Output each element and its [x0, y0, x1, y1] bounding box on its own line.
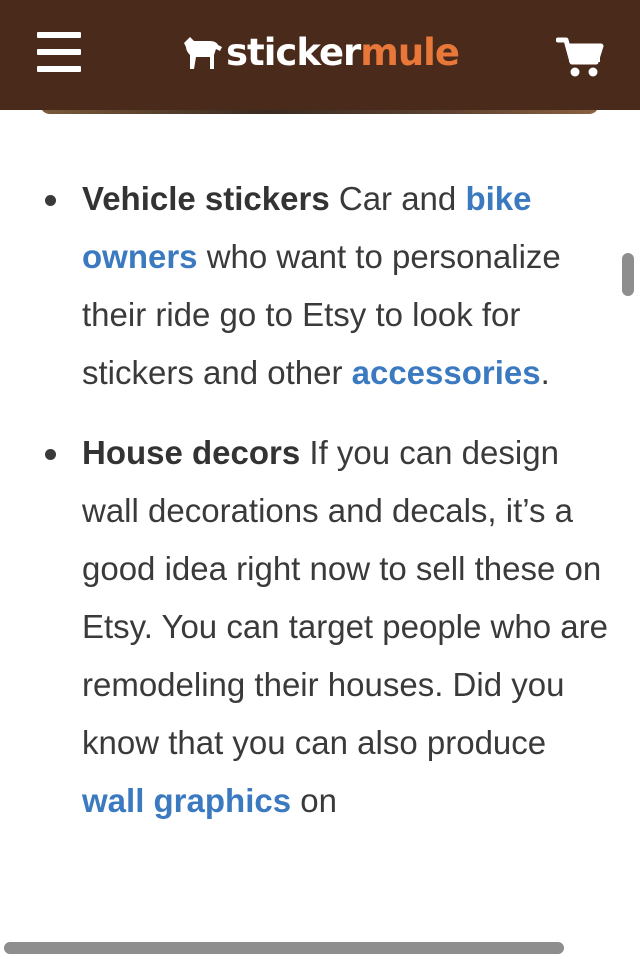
item-text: . [540, 354, 550, 391]
item-title: Vehicle stickers [82, 180, 330, 217]
item-text: Car and [329, 180, 466, 217]
horizontal-scrollbar[interactable] [4, 942, 564, 954]
site-header: stickermule [0, 0, 640, 110]
item-title: House decors [82, 434, 301, 471]
menu-bar [37, 66, 81, 72]
list-item: House decors If you can design wall deco… [0, 424, 640, 830]
page: stickermule Vehicle stickers Car and bik… [0, 0, 640, 959]
item-text: If you can design wall decorations and d… [82, 434, 608, 761]
hamburger-menu-icon[interactable] [37, 32, 81, 74]
logo-text-sticker: sticker [226, 31, 361, 74]
list-item: Vehicle stickers Car and bike owners who… [0, 170, 640, 402]
bullet-icon [45, 195, 56, 206]
vertical-scrollbar[interactable] [622, 253, 634, 296]
logo-wordmark: stickermule [226, 28, 460, 78]
article-content: Vehicle stickers Car and bike owners who… [0, 170, 640, 852]
item-text: on [291, 782, 337, 819]
stickermule-logo[interactable]: stickermule [180, 28, 460, 78]
mule-icon [184, 37, 222, 69]
bullet-icon [45, 449, 56, 460]
shopping-cart-icon[interactable] [555, 36, 604, 78]
menu-bar [37, 49, 81, 55]
wall-graphics-link[interactable]: wall graphics [82, 782, 291, 819]
logo-text-mule: mule [360, 31, 460, 74]
menu-bar [37, 32, 81, 38]
sticker-ideas-list: Vehicle stickers Car and bike owners who… [0, 170, 640, 830]
accessories-link[interactable]: accessories [352, 354, 541, 391]
